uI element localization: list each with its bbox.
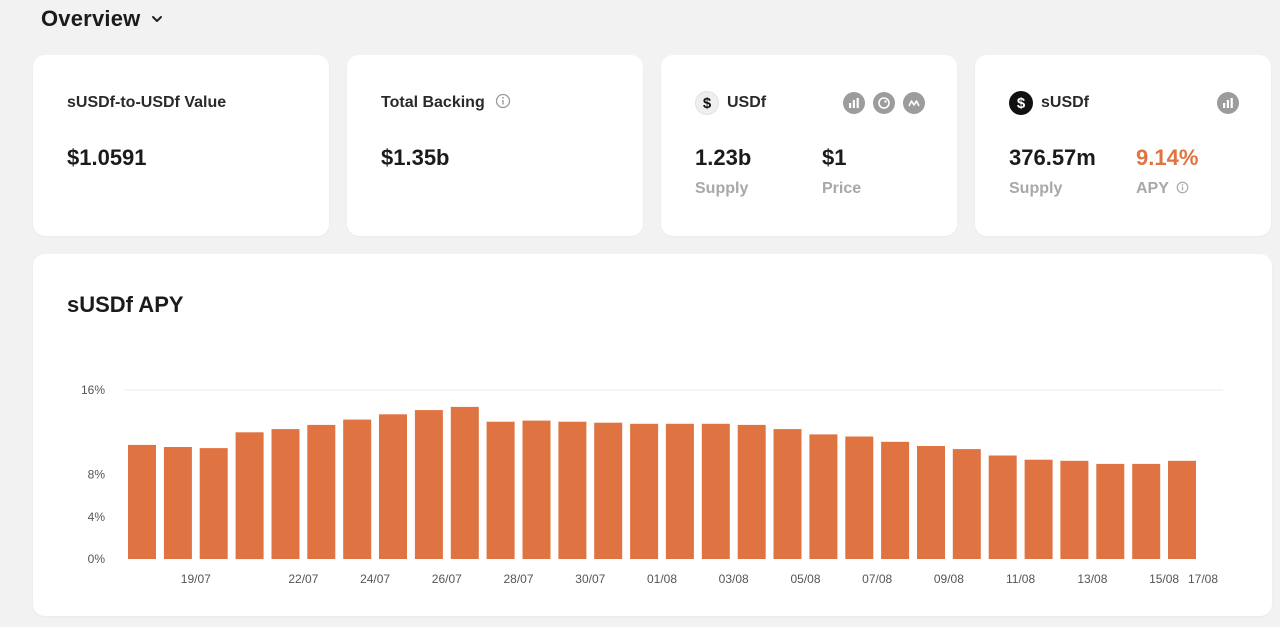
x-tick-label: 26/07 bbox=[432, 572, 462, 586]
page-title: Overview bbox=[41, 6, 141, 31]
x-tick-label: 17/08 bbox=[1188, 572, 1218, 586]
usdf-price-value: $1 bbox=[822, 145, 847, 170]
usdf-supply-value: 1.23b bbox=[695, 145, 752, 170]
apy-bar[interactable] bbox=[1060, 460, 1089, 559]
susdf-apy-label: APY bbox=[1136, 180, 1189, 198]
apy-bar[interactable] bbox=[917, 446, 945, 559]
y-tick-label: 16% bbox=[81, 383, 105, 397]
apy-bar[interactable] bbox=[307, 424, 336, 559]
apy-bar[interactable] bbox=[881, 441, 910, 559]
chevron-down-icon bbox=[152, 16, 163, 22]
x-tick-label: 13/08 bbox=[1077, 572, 1107, 586]
apy-bar[interactable] bbox=[1132, 463, 1161, 559]
apy-bar[interactable] bbox=[1168, 460, 1196, 559]
x-tick-label: 22/07 bbox=[288, 572, 318, 586]
apy-bar[interactable] bbox=[630, 423, 659, 559]
x-tick-label: 19/07 bbox=[181, 572, 211, 586]
apy-bar[interactable] bbox=[414, 410, 443, 559]
token-name: sUSDf bbox=[1041, 94, 1090, 111]
gecko-icon[interactable] bbox=[873, 92, 895, 114]
x-tick-label: 05/08 bbox=[790, 572, 820, 586]
apy-bar[interactable] bbox=[809, 434, 838, 559]
apy-bar[interactable] bbox=[773, 429, 802, 559]
card-usdf: $ USDf 1.23b Supply $1 Price bbox=[661, 55, 957, 236]
apy-bar[interactable] bbox=[128, 444, 156, 559]
apy-bar[interactable] bbox=[1096, 463, 1125, 559]
apy-bar[interactable] bbox=[701, 423, 730, 559]
apy-bar[interactable] bbox=[379, 414, 407, 559]
apy-bar[interactable] bbox=[665, 423, 694, 559]
card-value: $1.0591 bbox=[67, 145, 147, 170]
info-icon[interactable] bbox=[1176, 181, 1189, 194]
apy-bar-chart: 0% 4% 8% 16% 19/07 22/07 24/07 26/07 28/07 30/07 0… bbox=[81, 383, 1223, 586]
info-icon[interactable] bbox=[495, 93, 511, 109]
token-name: USDf bbox=[727, 94, 767, 111]
apy-label-text: APY bbox=[1136, 180, 1169, 197]
card-value: $1.35b bbox=[381, 145, 450, 170]
apy-bar[interactable] bbox=[235, 432, 264, 560]
usdf-coin-icon: $ bbox=[695, 91, 719, 115]
usdf-supply-label: Supply bbox=[695, 180, 749, 197]
apy-bar[interactable] bbox=[988, 455, 1017, 560]
apy-bar[interactable] bbox=[952, 449, 981, 559]
x-tick-label: 03/08 bbox=[719, 572, 749, 586]
x-tick-label: 28/07 bbox=[503, 572, 533, 586]
y-tick-label: 8% bbox=[88, 468, 106, 482]
chart-link-icon[interactable] bbox=[1217, 92, 1239, 114]
x-tick-label: 15/08 bbox=[1149, 572, 1179, 586]
card-label: Total Backing bbox=[381, 94, 511, 112]
apy-bar[interactable] bbox=[271, 429, 300, 559]
apy-bar[interactable] bbox=[486, 421, 515, 559]
susdf-apy-value: 9.14% bbox=[1136, 145, 1199, 170]
x-tick-label: 07/08 bbox=[862, 572, 892, 586]
susdf-supply-value: 376.57m bbox=[1009, 145, 1096, 170]
coinmarketcap-icon[interactable] bbox=[903, 92, 925, 114]
chart-link-icon[interactable] bbox=[843, 92, 865, 114]
apy-bar[interactable] bbox=[558, 421, 587, 559]
apy-bar[interactable] bbox=[343, 419, 372, 559]
card-label-text: Total Backing bbox=[381, 94, 485, 111]
susdf-coin-icon: $ bbox=[1009, 91, 1033, 115]
x-tick-label: 01/08 bbox=[647, 572, 677, 586]
x-tick-label: 09/08 bbox=[934, 572, 964, 586]
x-tick-label: 30/07 bbox=[575, 572, 605, 586]
card-susdf-to-usdf-value: sUSDf-to-USDf Value $1.0591 bbox=[33, 55, 329, 236]
apy-bar[interactable] bbox=[737, 424, 766, 559]
y-tick-label: 0% bbox=[88, 552, 106, 566]
card-susdf: $ sUSDf 376.57m Supply 9.14% APY bbox=[975, 55, 1271, 236]
y-tick-label: 4% bbox=[88, 510, 106, 524]
x-tick-label: 11/08 bbox=[1006, 572, 1035, 586]
apy-bar[interactable] bbox=[594, 422, 623, 559]
apy-bar[interactable] bbox=[450, 406, 479, 559]
apy-bar[interactable] bbox=[845, 436, 874, 560]
apy-bar[interactable] bbox=[522, 420, 551, 559]
card-total-backing: Total Backing $1.35b bbox=[347, 55, 643, 236]
apy-chart-card: sUSDf APY 0% 4% 8% 16% 19/07 22/07 24/07 26/07 2… bbox=[33, 254, 1272, 616]
apy-bar[interactable] bbox=[163, 447, 192, 559]
x-tick-label: 24/07 bbox=[360, 572, 390, 586]
apy-bar[interactable] bbox=[199, 448, 228, 559]
susdf-supply-label: Supply bbox=[1009, 180, 1063, 197]
usdf-price-label: Price bbox=[822, 180, 862, 197]
card-label: sUSDf-to-USDf Value bbox=[67, 94, 227, 111]
overview-dropdown[interactable]: Overview bbox=[41, 6, 164, 32]
apy-bar[interactable] bbox=[1024, 459, 1053, 559]
